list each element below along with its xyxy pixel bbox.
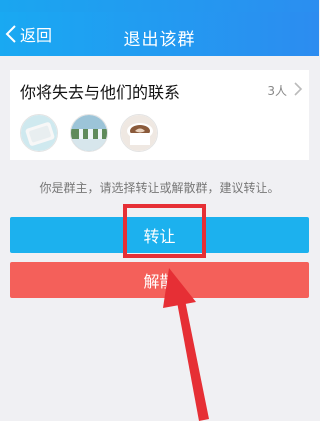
pointer-arrow (163, 268, 209, 421)
coffee-cup-image (121, 115, 157, 151)
transfer-button[interactable]: 转让 (10, 217, 309, 253)
waterfall-image (71, 115, 107, 151)
members-row[interactable]: 你将失去与他们的联系 3人 (10, 70, 309, 108)
member-avatar[interactable] (20, 114, 58, 152)
status-bar (0, 0, 319, 12)
tray-image (21, 115, 57, 151)
member-avatar[interactable] (120, 114, 158, 152)
member-avatars (20, 114, 158, 152)
dissolve-button[interactable]: 解散 (10, 262, 309, 298)
navigation-bar: 返回 退出该群 (0, 12, 319, 56)
card-title: 你将失去与他们的联系 (20, 83, 181, 102)
chevron-right-icon (294, 82, 303, 96)
page-title: 退出该群 (123, 30, 196, 50)
member-count: 3人 (267, 84, 287, 98)
owner-hint: 你是群主，请选择转让或解散群，建议转让。 (39, 181, 280, 195)
member-avatar[interactable] (70, 114, 108, 152)
members-card: 你将失去与他们的联系 3人 (10, 70, 309, 160)
